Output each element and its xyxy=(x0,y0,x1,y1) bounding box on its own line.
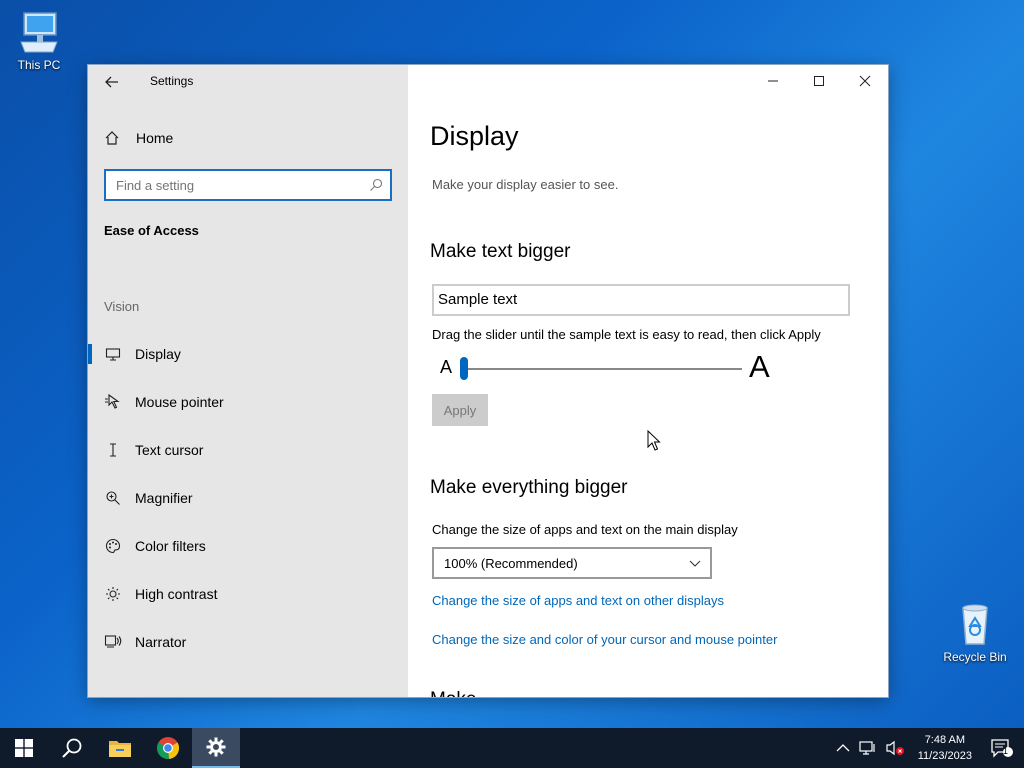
sidebar-item-label: High contrast xyxy=(135,586,218,602)
desktop-icon-this-pc[interactable]: This PC xyxy=(3,8,75,72)
window-controls xyxy=(750,65,888,97)
heading-make-everything-bigger: Make everything bigger xyxy=(430,477,628,498)
titlebar: Settings xyxy=(88,65,408,98)
taskbar: 7:48 AM 11/23/2023 1 xyxy=(0,728,1024,768)
slider-track[interactable] xyxy=(464,368,742,370)
sidebar-item-text-cursor[interactable]: Text cursor xyxy=(88,426,408,474)
content-pane: Display Make your display easier to see.… xyxy=(408,65,888,697)
network-icon xyxy=(859,741,875,755)
search-icon xyxy=(370,178,383,191)
notification-count: 1 xyxy=(1002,746,1008,756)
sidebar-item-mouse-pointer[interactable]: Mouse pointer xyxy=(88,378,408,426)
back-button[interactable] xyxy=(100,71,124,93)
system-tray: 7:48 AM 11/23/2023 1 xyxy=(832,728,1024,768)
apply-button[interactable]: Apply xyxy=(432,394,488,426)
maximize-button[interactable] xyxy=(796,65,842,97)
text-size-slider[interactable]: A A xyxy=(432,349,782,385)
sun-icon xyxy=(104,585,122,603)
monitor-icon xyxy=(104,345,122,363)
computer-icon xyxy=(15,8,63,56)
sidebar-item-label: Text cursor xyxy=(135,442,204,458)
heading-cutoff: Make ... ... xyxy=(430,689,519,697)
heading-make-text-bigger: Make text bigger xyxy=(430,241,571,262)
taskbar-file-explorer[interactable] xyxy=(96,728,144,768)
link-cursor-settings[interactable]: Change the size and color of your cursor… xyxy=(432,632,777,647)
mouse-pointer-icon xyxy=(104,393,122,411)
tray-volume[interactable] xyxy=(882,728,910,768)
taskbar-chrome[interactable] xyxy=(144,728,192,768)
sidebar-item-color-filters[interactable]: Color filters xyxy=(88,522,408,570)
start-button[interactable] xyxy=(0,728,48,768)
tray-overflow-button[interactable] xyxy=(832,728,854,768)
close-icon xyxy=(859,75,871,87)
sample-text-box: Sample text xyxy=(432,284,850,316)
slider-min-label: A xyxy=(440,357,453,377)
scale-dropdown-value: 100% (Recommended) xyxy=(444,555,578,571)
home-icon xyxy=(105,131,119,145)
sidebar-item-label: Narrator xyxy=(135,634,187,650)
desktop-icon-label: Recycle Bin xyxy=(943,650,1007,664)
sidebar-item-label: Magnifier xyxy=(135,490,193,506)
nav-home[interactable]: Home xyxy=(104,127,394,149)
start-icon xyxy=(15,739,33,757)
chevron-up-icon xyxy=(836,744,850,752)
sidebar-item-high-contrast[interactable]: High contrast xyxy=(88,570,408,618)
action-center-button[interactable]: 1 xyxy=(980,728,1024,768)
search-icon xyxy=(62,738,82,758)
slider-max-label: A xyxy=(749,349,770,384)
clock-time: 7:48 AM xyxy=(924,734,966,746)
recycle-bin-icon xyxy=(951,600,999,648)
slider-instructions: Drag the slider until the sample text is… xyxy=(432,327,821,342)
nav-list: Display Mouse pointer Text cursor Magnif… xyxy=(88,330,408,666)
sidebar-item-label: Mouse pointer xyxy=(135,394,224,410)
search-box[interactable] xyxy=(104,169,392,201)
palette-icon xyxy=(104,537,122,555)
settings-icon xyxy=(206,737,226,757)
search-input[interactable] xyxy=(106,171,356,199)
close-button[interactable] xyxy=(842,65,888,97)
clock-date: 11/23/2023 xyxy=(917,750,972,762)
sidebar-item-narrator[interactable]: Narrator xyxy=(88,618,408,666)
back-arrow-icon xyxy=(105,76,118,88)
text-cursor-icon xyxy=(104,441,122,459)
minimize-button[interactable] xyxy=(750,65,796,97)
sidebar-item-display[interactable]: Display xyxy=(88,330,408,378)
settings-window: Settings Home Ease of Access Vision Disp… xyxy=(88,65,888,697)
tray-network[interactable] xyxy=(854,728,882,768)
page-subtitle: Make your display easier to see. xyxy=(432,177,619,192)
volume-muted-icon xyxy=(886,740,904,756)
section-title: Ease of Access xyxy=(104,223,199,238)
file-explorer-icon xyxy=(109,741,131,757)
desktop-icon-label: This PC xyxy=(17,58,61,72)
group-title: Vision xyxy=(104,299,140,314)
sidebar: Settings Home Ease of Access Vision Disp… xyxy=(88,65,408,697)
maximize-icon xyxy=(814,76,824,86)
sidebar-item-label: Color filters xyxy=(135,538,206,554)
nav-home-label: Home xyxy=(136,130,174,146)
minimize-icon xyxy=(768,80,778,82)
scale-instructions: Change the size of apps and text on the … xyxy=(432,522,738,537)
tray-clock[interactable]: 7:48 AM 11/23/2023 xyxy=(910,732,980,764)
page-title: Display xyxy=(430,121,519,151)
chrome-icon xyxy=(156,737,180,760)
mouse-cursor-icon xyxy=(647,430,661,451)
scale-dropdown[interactable]: 100% (Recommended) xyxy=(432,547,712,579)
slider-thumb[interactable] xyxy=(460,357,468,380)
link-other-displays[interactable]: Change the size of apps and text on othe… xyxy=(432,593,724,608)
sidebar-item-label: Display xyxy=(135,346,181,362)
desktop-icon-recycle-bin[interactable]: Recycle Bin xyxy=(939,600,1011,664)
app-title: Settings xyxy=(150,74,194,88)
chevron-down-icon xyxy=(689,560,701,567)
narrator-icon xyxy=(104,633,122,651)
sidebar-item-magnifier[interactable]: Magnifier xyxy=(88,474,408,522)
taskbar-settings[interactable] xyxy=(192,728,240,768)
taskbar-search-button[interactable] xyxy=(48,728,96,768)
magnifier-icon xyxy=(104,489,122,507)
